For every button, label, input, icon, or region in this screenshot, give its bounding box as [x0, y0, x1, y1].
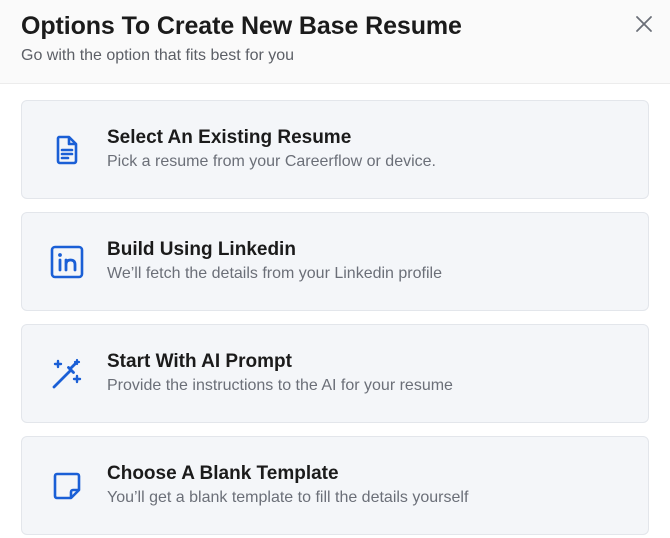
option-description: Provide the instructions to the AI for y… — [107, 377, 453, 394]
dialog-header: Options To Create New Base Resume Go wit… — [0, 0, 670, 84]
option-description: You’ll get a blank template to fill the … — [107, 489, 469, 506]
linkedin-icon — [49, 244, 85, 280]
option-text: Start With AI Prompt Provide the instruc… — [107, 350, 453, 397]
option-select-existing-resume[interactable]: Select An Existing Resume Pick a resume … — [21, 100, 649, 199]
option-text: Select An Existing Resume Pick a resume … — [107, 126, 436, 173]
option-build-using-linkedin[interactable]: Build Using Linkedin We’ll fetch the det… — [21, 212, 649, 311]
option-title: Choose A Blank Template — [107, 463, 339, 484]
dialog-title: Options To Create New Base Resume — [21, 12, 462, 40]
dialog-subtitle: Go with the option that fits best for yo… — [21, 47, 295, 64]
magic-wand-icon — [49, 356, 85, 392]
blank-note-icon — [49, 468, 85, 504]
option-description: We’ll fetch the details from your Linked… — [107, 265, 442, 282]
option-choose-blank-template[interactable]: Choose A Blank Template You’ll get a bla… — [21, 436, 649, 535]
option-title: Select An Existing Resume — [107, 127, 352, 148]
option-list: Select An Existing Resume Pick a resume … — [21, 100, 649, 538]
option-text: Choose A Blank Template You’ll get a bla… — [107, 462, 468, 509]
option-start-with-ai-prompt[interactable]: Start With AI Prompt Provide the instruc… — [21, 324, 649, 423]
close-icon — [636, 16, 652, 32]
option-text: Build Using Linkedin We’ll fetch the det… — [107, 238, 442, 285]
close-button[interactable] — [632, 12, 656, 36]
option-description: Pick a resume from your Careerflow or de… — [107, 153, 436, 170]
option-title: Build Using Linkedin — [107, 239, 296, 260]
create-resume-dialog: Options To Create New Base Resume Go wit… — [0, 0, 670, 538]
document-icon — [49, 132, 85, 168]
option-title: Start With AI Prompt — [107, 351, 292, 372]
